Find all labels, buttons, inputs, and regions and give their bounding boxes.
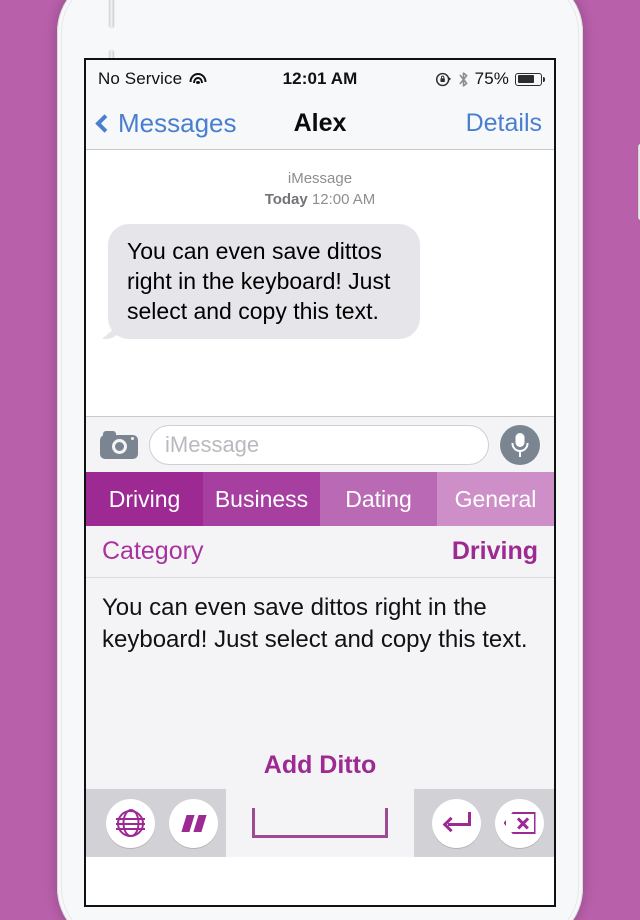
delete-key[interactable] bbox=[495, 798, 544, 848]
add-ditto-button[interactable]: Add Ditto bbox=[264, 751, 376, 780]
category-tab-general[interactable]: General bbox=[437, 472, 554, 526]
quote-marks-icon bbox=[180, 814, 207, 832]
incoming-message-bubble[interactable]: You can even save dittos right in the ke… bbox=[108, 224, 420, 339]
silent-switch-button[interactable] bbox=[109, 0, 114, 28]
delete-backspace-icon bbox=[503, 812, 536, 834]
globe-key[interactable] bbox=[106, 798, 155, 848]
category-selected-value[interactable]: Driving bbox=[452, 537, 538, 566]
conversation-area: iMessage Today 12:00 AM You can even sav… bbox=[86, 150, 554, 416]
category-header-row: Category Driving bbox=[86, 526, 554, 578]
message-service-label: iMessage bbox=[287, 170, 353, 187]
phone-screen: No Service 12:01 AM 75% Messages Alex De… bbox=[84, 58, 556, 907]
imessage-input[interactable] bbox=[149, 424, 489, 465]
category-tab-dating[interactable]: Dating bbox=[320, 472, 437, 526]
category-tab-label: General bbox=[454, 485, 537, 512]
add-ditto-row: Add Ditto bbox=[86, 741, 554, 789]
keyboard-left-group bbox=[86, 789, 226, 857]
back-button-label: Messages bbox=[118, 108, 237, 138]
message-input-bar bbox=[86, 416, 554, 472]
keyboard-space-group bbox=[226, 789, 414, 857]
message-day-label: Today bbox=[264, 191, 308, 208]
bluetooth-icon bbox=[459, 71, 468, 87]
battery-icon bbox=[515, 72, 545, 86]
return-icon bbox=[442, 812, 471, 834]
chevron-left-icon bbox=[95, 113, 114, 133]
status-bar-left: No Service bbox=[98, 69, 283, 89]
microphone-icon[interactable] bbox=[500, 424, 540, 465]
message-list: You can even save dittos right in the ke… bbox=[86, 210, 554, 339]
category-tab-label: Dating bbox=[345, 485, 412, 512]
status-bar: No Service 12:01 AM 75% bbox=[86, 60, 554, 98]
details-button[interactable]: Details bbox=[466, 109, 542, 138]
category-label: Category bbox=[102, 537, 204, 565]
ditto-text-area[interactable]: You can even save dittos right in the ke… bbox=[86, 578, 554, 741]
status-bar-clock: 12:01 AM bbox=[282, 69, 358, 88]
category-tab-bar: Driving Business Dating General bbox=[86, 472, 554, 526]
category-tab-driving[interactable]: Driving bbox=[86, 472, 203, 526]
rotation-lock-icon bbox=[435, 72, 451, 86]
globe-icon bbox=[116, 809, 145, 837]
spacebar-key[interactable] bbox=[252, 808, 388, 838]
keyboard-bottom-row bbox=[86, 789, 554, 857]
wifi-icon bbox=[189, 72, 207, 86]
ditto-text: You can even save dittos right in the ke… bbox=[102, 594, 528, 653]
battery-percent-label: 75% bbox=[474, 69, 509, 88]
back-to-messages-button[interactable]: Messages bbox=[95, 108, 237, 139]
message-timestamp-block: iMessage Today 12:00 AM bbox=[86, 168, 554, 210]
quote-key[interactable] bbox=[169, 798, 218, 848]
status-bar-right: 75% bbox=[357, 69, 545, 89]
carrier-label: No Service bbox=[98, 69, 183, 88]
category-tab-business[interactable]: Business bbox=[203, 472, 320, 526]
category-tab-label: Driving bbox=[108, 485, 181, 512]
navigation-bar: Messages Alex Details bbox=[86, 98, 554, 150]
return-key[interactable] bbox=[432, 798, 481, 848]
category-tab-label: Business bbox=[214, 485, 309, 512]
keyboard-right-group bbox=[414, 789, 554, 857]
camera-icon[interactable] bbox=[100, 430, 138, 459]
message-time-label: 12:00 AM bbox=[311, 191, 376, 208]
